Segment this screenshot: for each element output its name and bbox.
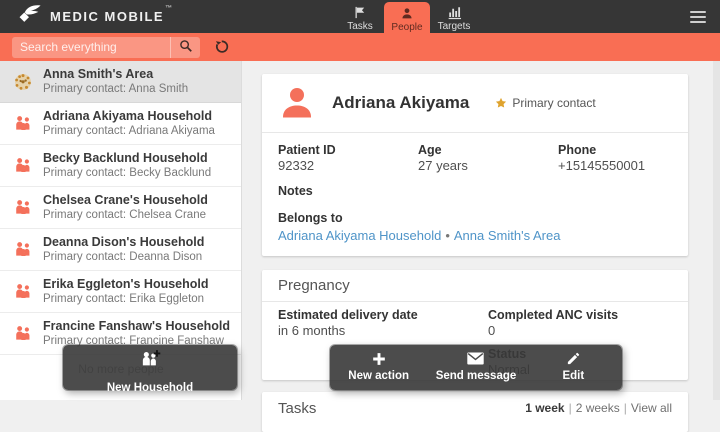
list-item-household[interactable]: Deanna Dison's Household Primary contact… bbox=[0, 229, 241, 271]
brand-name: MEDIC MOBILE™ bbox=[50, 9, 174, 24]
link-household[interactable]: Adriana Akiyama Household bbox=[278, 228, 441, 243]
contact-subtitle: Primary contact: Anna Smith bbox=[43, 82, 188, 96]
belongs-to: Belongs to Adriana Akiyama Household•Ann… bbox=[278, 211, 672, 244]
refresh-button[interactable] bbox=[215, 39, 230, 55]
contact-subtitle: Primary contact: Becky Backlund bbox=[43, 166, 211, 180]
search-icon bbox=[179, 39, 193, 56]
new-action-label: New action bbox=[348, 370, 409, 383]
contact-title: Erika Eggleton's Household bbox=[43, 277, 209, 292]
new-household-label: New Household bbox=[107, 382, 193, 395]
primary-contact-badge: Primary contact bbox=[495, 96, 595, 110]
trademark: ™ bbox=[165, 5, 174, 12]
list-item-household[interactable]: Chelsea Crane's Household Primary contac… bbox=[0, 187, 241, 229]
household-icon bbox=[13, 282, 33, 302]
tasks-filters: 1 week | 2 weeks | View all bbox=[525, 400, 672, 415]
contact-title: Adriana Akiyama Household bbox=[43, 109, 215, 124]
filter-separator: | bbox=[569, 401, 572, 415]
tab-targets-label: Targets bbox=[432, 21, 476, 32]
new-household-button[interactable]: New Household bbox=[63, 345, 237, 390]
list-item-household[interactable]: Erika Eggleton's Household Primary conta… bbox=[0, 271, 241, 313]
field-phone: Phone +15145550001 bbox=[558, 143, 672, 174]
tasks-card: Tasks 1 week | 2 weeks | View all bbox=[262, 392, 688, 432]
contact-title: Becky Backlund Household bbox=[43, 151, 211, 166]
tasks-title: Tasks bbox=[278, 400, 316, 417]
action-bar: New action Send message Edit bbox=[330, 345, 622, 390]
contact-subtitle: Primary contact: Erika Eggleton bbox=[43, 292, 209, 306]
search-button[interactable] bbox=[170, 37, 200, 58]
search-input[interactable] bbox=[12, 37, 170, 58]
filter-view-all[interactable]: View all bbox=[631, 401, 672, 415]
pencil-icon bbox=[566, 350, 581, 367]
contact-subtitle: Primary contact: Adriana Akiyama bbox=[43, 124, 215, 138]
contact-title: Deanna Dison's Household bbox=[43, 235, 204, 250]
top-bar: MEDIC MOBILE™ Tasks People bbox=[0, 0, 720, 33]
household-icon bbox=[13, 324, 33, 344]
badge-label: Primary contact bbox=[512, 96, 595, 110]
send-message-button[interactable]: Send message bbox=[427, 345, 524, 390]
main-area: Anna Smith's Area Primary contact: Anna … bbox=[0, 61, 720, 400]
list-item-area[interactable]: Anna Smith's Area Primary contact: Anna … bbox=[0, 61, 241, 103]
field-age: Age 27 years bbox=[418, 143, 558, 174]
contact-title: Chelsea Crane's Household bbox=[43, 193, 208, 208]
household-icon bbox=[13, 240, 33, 260]
field-patient-id: Patient ID 92332 bbox=[278, 143, 418, 174]
list-item-household[interactable]: Becky Backlund Household Primary contact… bbox=[0, 145, 241, 187]
filter-1-week[interactable]: 1 week bbox=[525, 401, 564, 415]
scrollbar-track[interactable] bbox=[713, 61, 720, 400]
contact-subtitle: Primary contact: Chelsea Crane bbox=[43, 208, 208, 222]
tab-tasks-label: Tasks bbox=[338, 21, 382, 32]
search-bar bbox=[0, 33, 720, 61]
tab-people-label: People bbox=[384, 22, 430, 33]
field-notes: Notes bbox=[278, 184, 672, 199]
area-icon bbox=[13, 72, 33, 92]
household-icon bbox=[13, 114, 33, 134]
refresh-icon bbox=[215, 42, 230, 57]
envelope-icon bbox=[466, 350, 485, 367]
main-tabs: Tasks People bbox=[338, 0, 476, 33]
list-item-household[interactable]: Adriana Akiyama Household Primary contac… bbox=[0, 103, 241, 145]
filter-separator: | bbox=[624, 401, 627, 415]
pregnancy-title: Pregnancy bbox=[262, 270, 688, 302]
link-area[interactable]: Anna Smith's Area bbox=[454, 228, 561, 243]
bar-chart-icon bbox=[432, 5, 476, 20]
person-icon bbox=[384, 6, 430, 21]
household-icon bbox=[13, 198, 33, 218]
plus-icon bbox=[371, 350, 387, 367]
person-name: Adriana Akiyama bbox=[332, 93, 469, 113]
new-action-button[interactable]: New action bbox=[330, 345, 427, 390]
app-logo: MEDIC MOBILE™ bbox=[18, 4, 174, 29]
tab-people[interactable]: People bbox=[384, 2, 430, 33]
filter-2-weeks[interactable]: 2 weeks bbox=[576, 401, 620, 415]
contact-title: Francine Fanshaw's Household bbox=[43, 319, 230, 334]
send-message-label: Send message bbox=[436, 370, 517, 383]
edit-button[interactable]: Edit bbox=[525, 345, 622, 390]
person-card: Adriana Akiyama Primary contact Patient … bbox=[262, 74, 688, 256]
star-icon bbox=[495, 97, 507, 109]
contact-subtitle: Primary contact: Deanna Dison bbox=[43, 250, 204, 264]
household-icon bbox=[13, 156, 33, 176]
edit-label: Edit bbox=[562, 370, 584, 383]
tab-targets[interactable]: Targets bbox=[432, 0, 476, 33]
flag-icon bbox=[338, 5, 382, 20]
add-household-icon bbox=[139, 348, 161, 373]
contact-title: Anna Smith's Area bbox=[43, 67, 188, 82]
medic-mobile-logo-icon bbox=[18, 4, 42, 29]
person-avatar bbox=[278, 84, 316, 122]
tab-tasks[interactable]: Tasks bbox=[338, 0, 382, 33]
link-separator: • bbox=[445, 228, 450, 243]
field-anc-visits: Completed ANC visits 0 bbox=[488, 308, 672, 339]
menu-icon[interactable] bbox=[690, 11, 706, 25]
